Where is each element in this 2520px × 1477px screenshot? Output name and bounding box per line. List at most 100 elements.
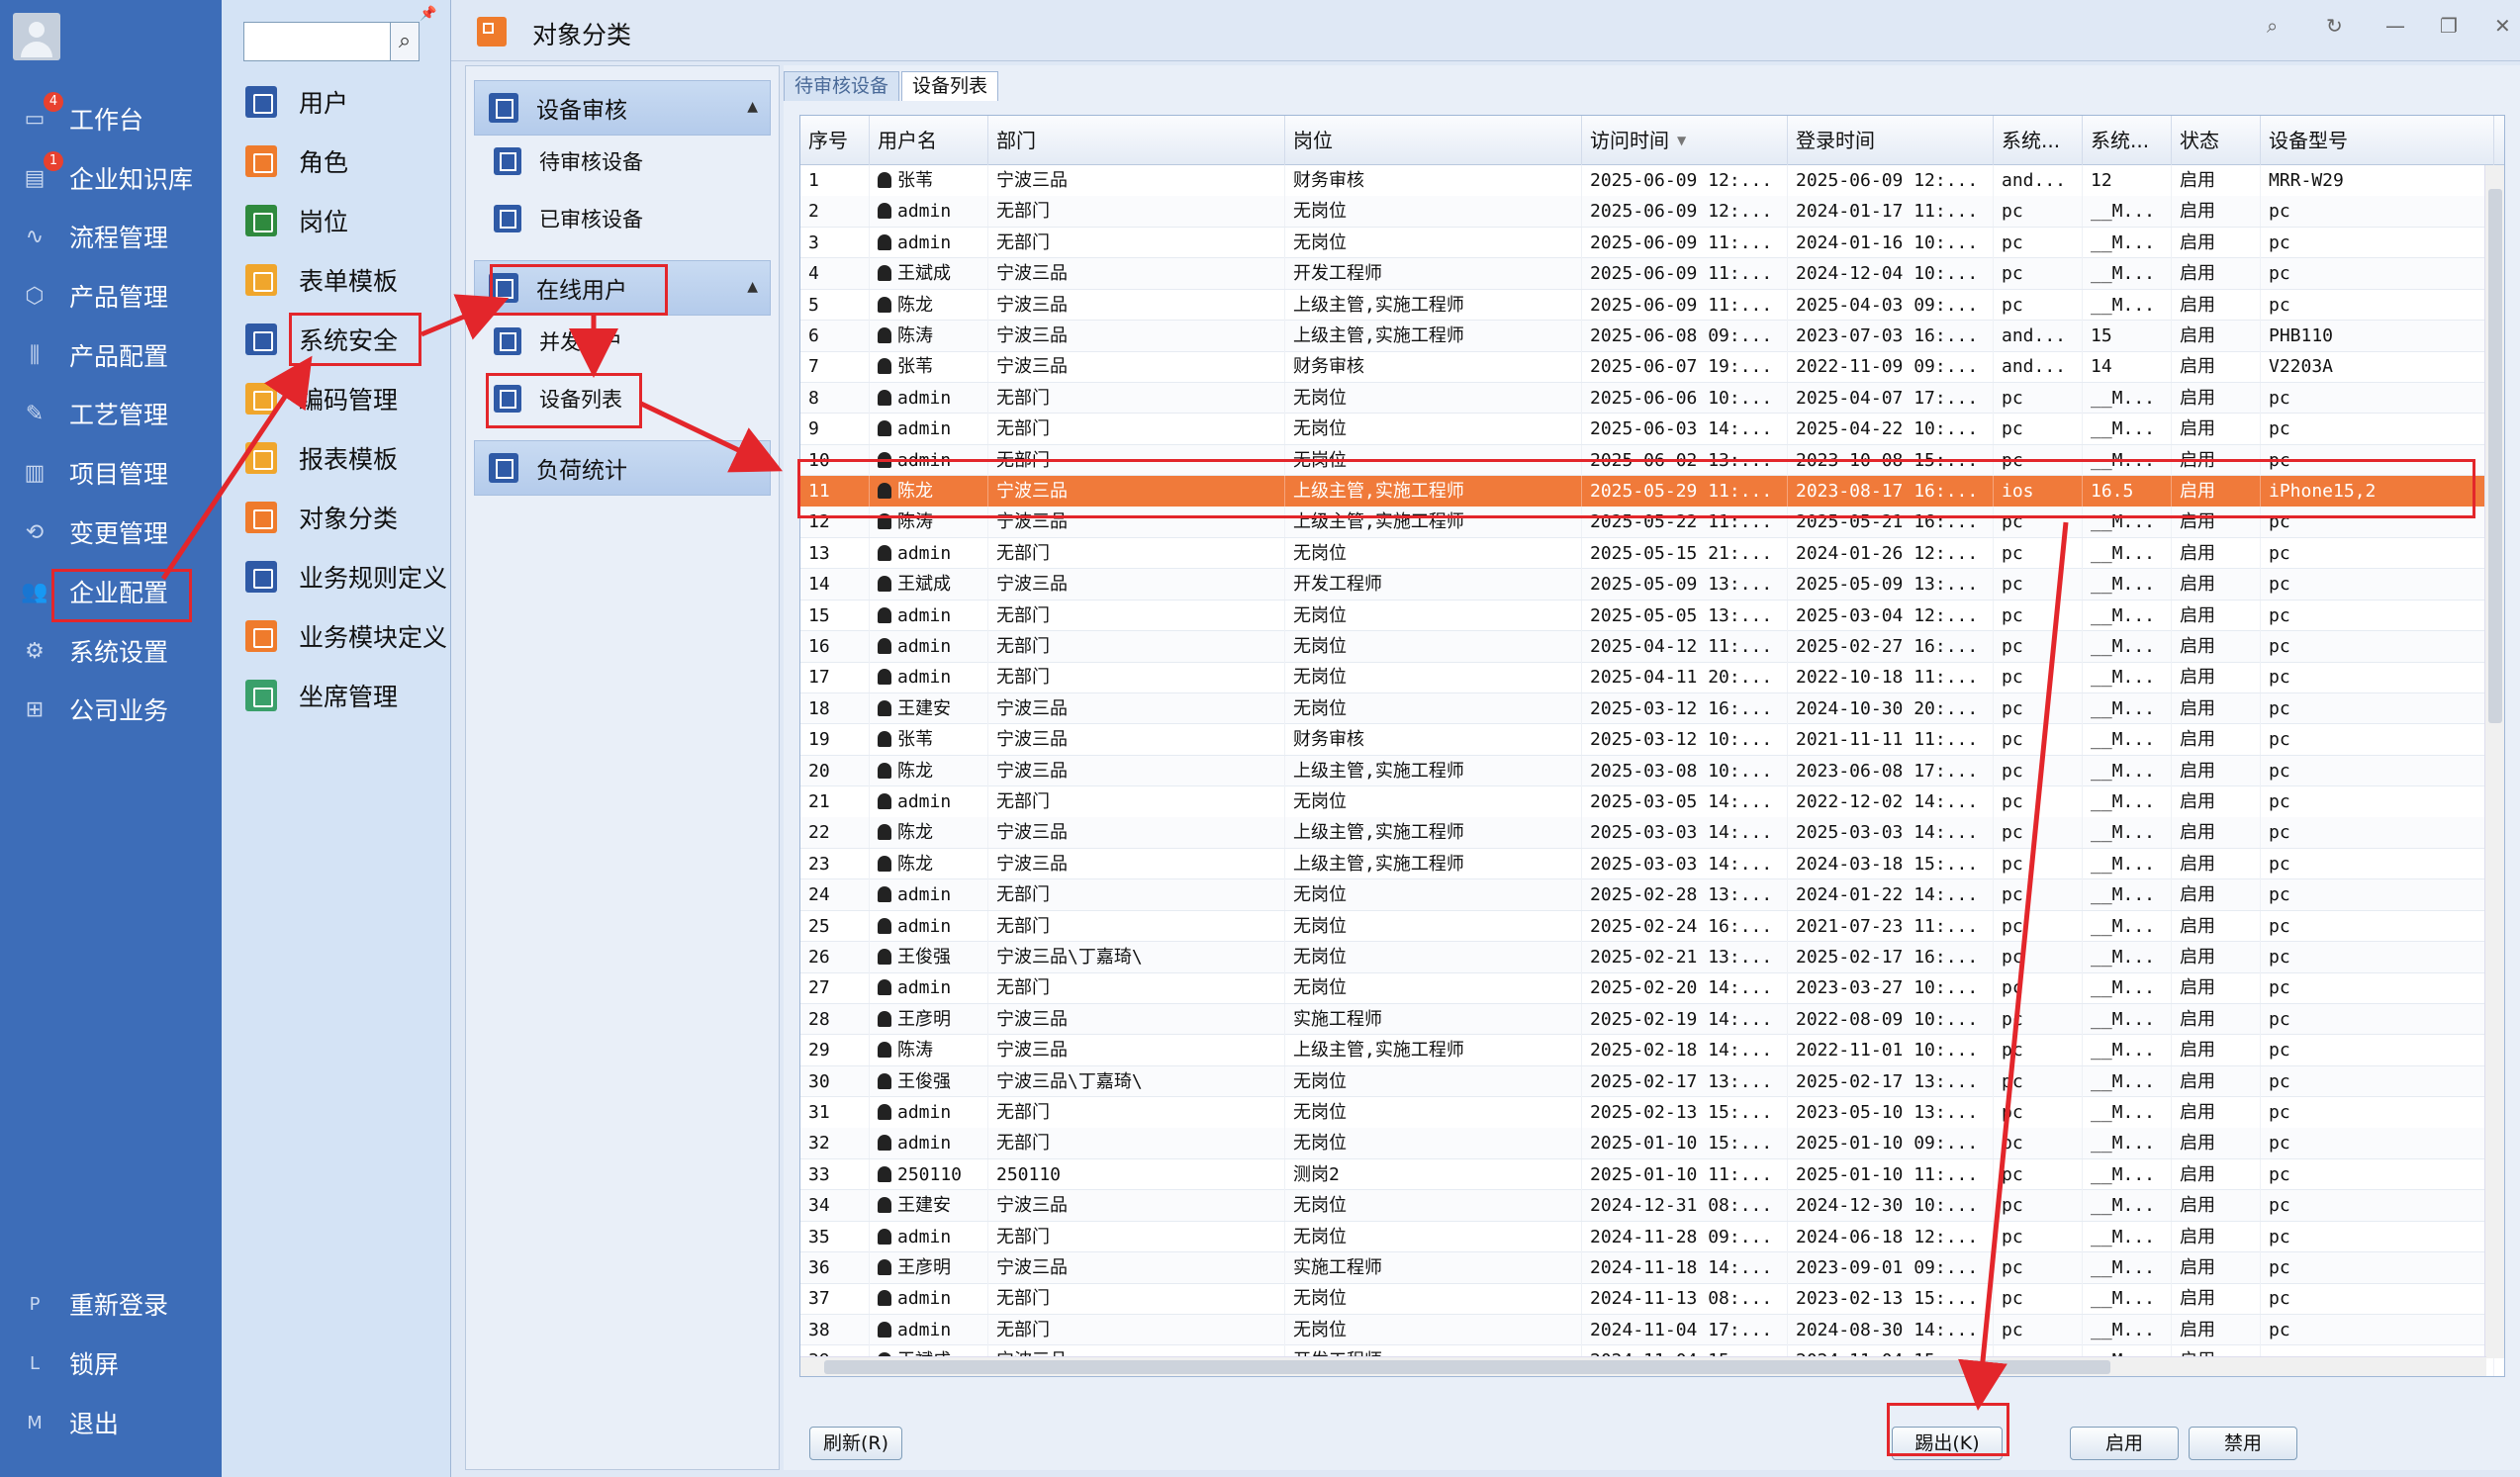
minimize-icon[interactable]: — bbox=[2385, 14, 2405, 38]
table-row[interactable]: 14 王斌成 宁波三品 开发工程师 2025-05-09 13:... 2025-05-0… bbox=[800, 569, 2494, 600]
nav-item-11[interactable]: ⊞ 公司业务 bbox=[0, 685, 222, 734]
column-header[interactable]: 登录时间 bbox=[1788, 116, 1994, 165]
nav-item-4[interactable]: ⬡ 产品管理 bbox=[0, 271, 222, 321]
sub-item[interactable]: 已审核设备 bbox=[494, 195, 761, 242]
menu-item-5[interactable]: 系统安全 bbox=[245, 317, 453, 362]
table-row[interactable]: 10 admin 无部门 无岗位 2025-06-02 13:... 2023-10-08… bbox=[800, 444, 2494, 477]
tab-1[interactable]: 待审核设备 bbox=[784, 71, 900, 101]
table-cell: 32 bbox=[800, 1128, 870, 1159]
nav-item-9[interactable]: 👥 企业配置 bbox=[0, 567, 222, 616]
vertical-scrollbar[interactable] bbox=[2484, 165, 2504, 1358]
table-row[interactable]: 19 张苇 宁波三品 财务审核 2025-03-12 10:... 2021-11-11 … bbox=[800, 724, 2494, 756]
horizontal-scrollbar[interactable] bbox=[800, 1356, 2486, 1376]
nav-bottom-item-2[interactable]: L 锁屏 bbox=[0, 1339, 222, 1388]
column-header[interactable]: 系统... bbox=[2083, 116, 2172, 165]
table-row[interactable]: 23 陈龙 宁波三品 上级主管,实施工程师 2025-03-03 14:... 2024-… bbox=[800, 848, 2494, 880]
column-header[interactable]: 部门 bbox=[988, 116, 1285, 165]
sub-item[interactable]: 待审核设备 bbox=[494, 138, 761, 185]
nav-item-2[interactable]: ▤ 企业知识库 1 bbox=[0, 151, 222, 203]
sub-item[interactable]: 设备列表 bbox=[494, 375, 761, 422]
table-row[interactable]: 31 admin 无部门 无岗位 2025-02-13 15:... 2023-05-10… bbox=[800, 1097, 2494, 1129]
column-header[interactable]: 系统... bbox=[1994, 116, 2083, 165]
nav-item-7[interactable]: ▥ 项目管理 bbox=[0, 448, 222, 498]
close-icon[interactable]: ✕ bbox=[2494, 14, 2511, 38]
nav-bottom-item-1[interactable]: P 重新登录 bbox=[0, 1279, 222, 1329]
section-1[interactable]: 设备审核 ▲ bbox=[474, 80, 771, 136]
column-header[interactable]: 序号 bbox=[800, 116, 870, 165]
column-header[interactable]: 用户名 bbox=[870, 116, 988, 165]
table-row[interactable]: 21 admin 无部门 无岗位 2025-03-05 14:... 2022-12-02… bbox=[800, 786, 2494, 818]
disable-button[interactable]: 禁用 bbox=[2189, 1427, 2297, 1460]
table-row[interactable]: 36 王彦明 宁波三品 实施工程师 2024-11-18 14:... 2023-09-0… bbox=[800, 1252, 2494, 1284]
table-row[interactable]: 3 admin 无部门 无岗位 2025-06-09 11:... 2024-01-16 … bbox=[800, 227, 2494, 259]
refresh-icon[interactable]: ↻ bbox=[2326, 14, 2343, 38]
table-row[interactable]: 7 张苇 宁波三品 财务审核 2025-06-07 19:... 2022-11-09 0… bbox=[800, 351, 2494, 383]
table-row[interactable]: 5 陈龙 宁波三品 上级主管,实施工程师 2025-06-09 11:... 2025-0… bbox=[800, 289, 2494, 322]
table-row[interactable]: 11 陈龙 宁波三品 上级主管,实施工程师 2025-05-29 11:... 2023-… bbox=[800, 476, 2494, 508]
menu-item-8[interactable]: 对象分类 bbox=[245, 495, 453, 540]
enable-button[interactable]: 启用 bbox=[2070, 1427, 2179, 1460]
menu-item-10[interactable]: 业务模块定义 bbox=[245, 613, 453, 659]
menu-item-7[interactable]: 报表模板 bbox=[245, 435, 453, 481]
table-row[interactable]: 20 陈龙 宁波三品 上级主管,实施工程师 2025-03-08 10:... 2023-… bbox=[800, 755, 2494, 787]
table-row[interactable]: 1 张苇 宁波三品 财务审核 2025-06-09 12:... 2025-06-09 1… bbox=[800, 165, 2494, 197]
collapse-icon[interactable]: ▲ bbox=[747, 99, 758, 115]
kick-button[interactable]: 踢出(K) bbox=[1892, 1427, 2003, 1460]
refresh-button[interactable]: 刷新(R) bbox=[809, 1427, 902, 1460]
table-row[interactable]: 38 admin 无部门 无岗位 2024-11-04 17:... 2024-08-30… bbox=[800, 1314, 2494, 1346]
table-row[interactable]: 24 admin 无部门 无岗位 2025-02-28 13:... 2024-01-22… bbox=[800, 879, 2494, 911]
table-row[interactable]: 35 admin 无部门 无岗位 2024-11-28 09:... 2024-06-18… bbox=[800, 1221, 2494, 1253]
nav-item-10[interactable]: ⚙ 系统设置 bbox=[0, 626, 222, 676]
table-row[interactable]: 15 admin 无部门 无岗位 2025-05-05 13:... 2025-03-04… bbox=[800, 600, 2494, 632]
table-row[interactable]: 37 admin 无部门 无岗位 2024-11-13 08:... 2023-02-13… bbox=[800, 1283, 2494, 1315]
menu-item-4[interactable]: 表单模板 bbox=[245, 257, 453, 303]
menu-item-1[interactable]: 用户 bbox=[245, 79, 453, 125]
table-row[interactable]: 26 王俊强 宁波三品\丁嘉琦\ 无岗位 2025-02-21 13:... 2025-0… bbox=[800, 942, 2494, 973]
table-row[interactable]: 32 admin 无部门 无岗位 2025-01-10 15:... 2025-01-10… bbox=[800, 1128, 2494, 1159]
menu-item-9[interactable]: 业务规则定义 bbox=[245, 554, 453, 600]
table-row[interactable]: 12 陈涛 宁波三品 上级主管,实施工程师 2025-05-22 11:... 2025-… bbox=[800, 507, 2494, 538]
table-row[interactable]: 33 250110 250110 测岗2 2025-01-10 11:... 2025-0… bbox=[800, 1158, 2494, 1191]
pin-icon[interactable]: 📌 bbox=[420, 6, 436, 22]
table-row[interactable]: 2 admin 无部门 无岗位 2025-06-09 12:... 2024-01-17 … bbox=[800, 196, 2494, 228]
nav-item-3[interactable]: ∿ 流程管理 bbox=[0, 212, 222, 261]
table-row[interactable]: 17 admin 无部门 无岗位 2025-04-11 20:... 2022-10-18… bbox=[800, 662, 2494, 693]
table-row[interactable]: 6 陈涛 宁波三品 上级主管,实施工程师 2025-06-08 09:... 2023-0… bbox=[800, 321, 2494, 352]
menu-item-2[interactable]: 角色 bbox=[245, 138, 453, 184]
table-row[interactable]: 9 admin 无部门 无岗位 2025-06-03 14:... 2025-04-22 … bbox=[800, 414, 2494, 445]
menu-item-11[interactable]: 坐席管理 bbox=[245, 673, 453, 718]
table-row[interactable]: 4 王斌成 宁波三品 开发工程师 2025-06-09 11:... 2024-12-04… bbox=[800, 258, 2494, 290]
section-3[interactable]: 负荷统计 bbox=[474, 440, 771, 496]
table-row[interactable]: 13 admin 无部门 无岗位 2025-05-15 21:... 2024-01-26… bbox=[800, 537, 2494, 570]
nav-bottom-item-3[interactable]: M 退出 bbox=[0, 1398, 222, 1447]
sub-item[interactable]: 并发用户 bbox=[494, 318, 761, 365]
nav-item-8[interactable]: ⟲ 变更管理 bbox=[0, 508, 222, 557]
table-row[interactable]: 27 admin 无部门 无岗位 2025-02-20 14:... 2023-03-27… bbox=[800, 972, 2494, 1004]
restore-icon[interactable]: ❐ bbox=[2440, 14, 2458, 38]
table-row[interactable]: 34 王建安 宁波三品 无岗位 2024-12-31 08:... 2024-12-30 … bbox=[800, 1190, 2494, 1222]
sort-desc-icon[interactable]: ▼ bbox=[1677, 116, 1686, 165]
nav-item-1[interactable]: ▭ 工作台 4 bbox=[0, 92, 222, 143]
menu-item-3[interactable]: 岗位 bbox=[245, 198, 453, 243]
avatar[interactable] bbox=[13, 13, 60, 60]
search-input[interactable] bbox=[243, 22, 412, 61]
table-row[interactable]: 29 陈涛 宁波三品 上级主管,实施工程师 2025-02-18 14:... 2022-… bbox=[800, 1035, 2494, 1066]
column-header[interactable]: 设备型号 bbox=[2261, 116, 2494, 165]
table-row[interactable]: 25 admin 无部门 无岗位 2025-02-24 16:... 2021-07-23… bbox=[800, 910, 2494, 943]
section-2[interactable]: 在线用户 ▲ bbox=[474, 260, 771, 316]
table-row[interactable]: 22 陈龙 宁波三品 上级主管,实施工程师 2025-03-03 14:... 2025-… bbox=[800, 817, 2494, 849]
table-row[interactable]: 28 王彦明 宁波三品 实施工程师 2025-02-19 14:... 2022-08-0… bbox=[800, 1003, 2494, 1036]
search-icon[interactable]: ⌕ bbox=[2267, 14, 2278, 38]
tab-2[interactable]: 设备列表 bbox=[901, 71, 999, 101]
collapse-icon[interactable]: ▲ bbox=[747, 279, 758, 295]
table-row[interactable]: 8 admin 无部门 无岗位 2025-06-06 10:... 2025-04-07 … bbox=[800, 382, 2494, 415]
nav-item-6[interactable]: ✎ 工艺管理 bbox=[0, 389, 222, 438]
column-header[interactable]: 岗位 bbox=[1285, 116, 1582, 165]
search-icon[interactable]: ⌕ bbox=[390, 22, 420, 61]
table-row[interactable]: 18 王建安 宁波三品 无岗位 2025-03-12 16:... 2024-10-30 … bbox=[800, 692, 2494, 725]
table-row[interactable]: 30 王俊强 宁波三品\丁嘉琦\ 无岗位 2025-02-17 13:... 2025-0… bbox=[800, 1065, 2494, 1098]
column-header[interactable]: 状态 bbox=[2172, 116, 2261, 165]
menu-item-6[interactable]: 编码管理 bbox=[245, 376, 453, 421]
nav-item-5[interactable]: ⫼ 产品配置 bbox=[0, 330, 222, 380]
table-row[interactable]: 16 admin 无部门 无岗位 2025-04-12 11:... 2025-02-27… bbox=[800, 631, 2494, 663]
